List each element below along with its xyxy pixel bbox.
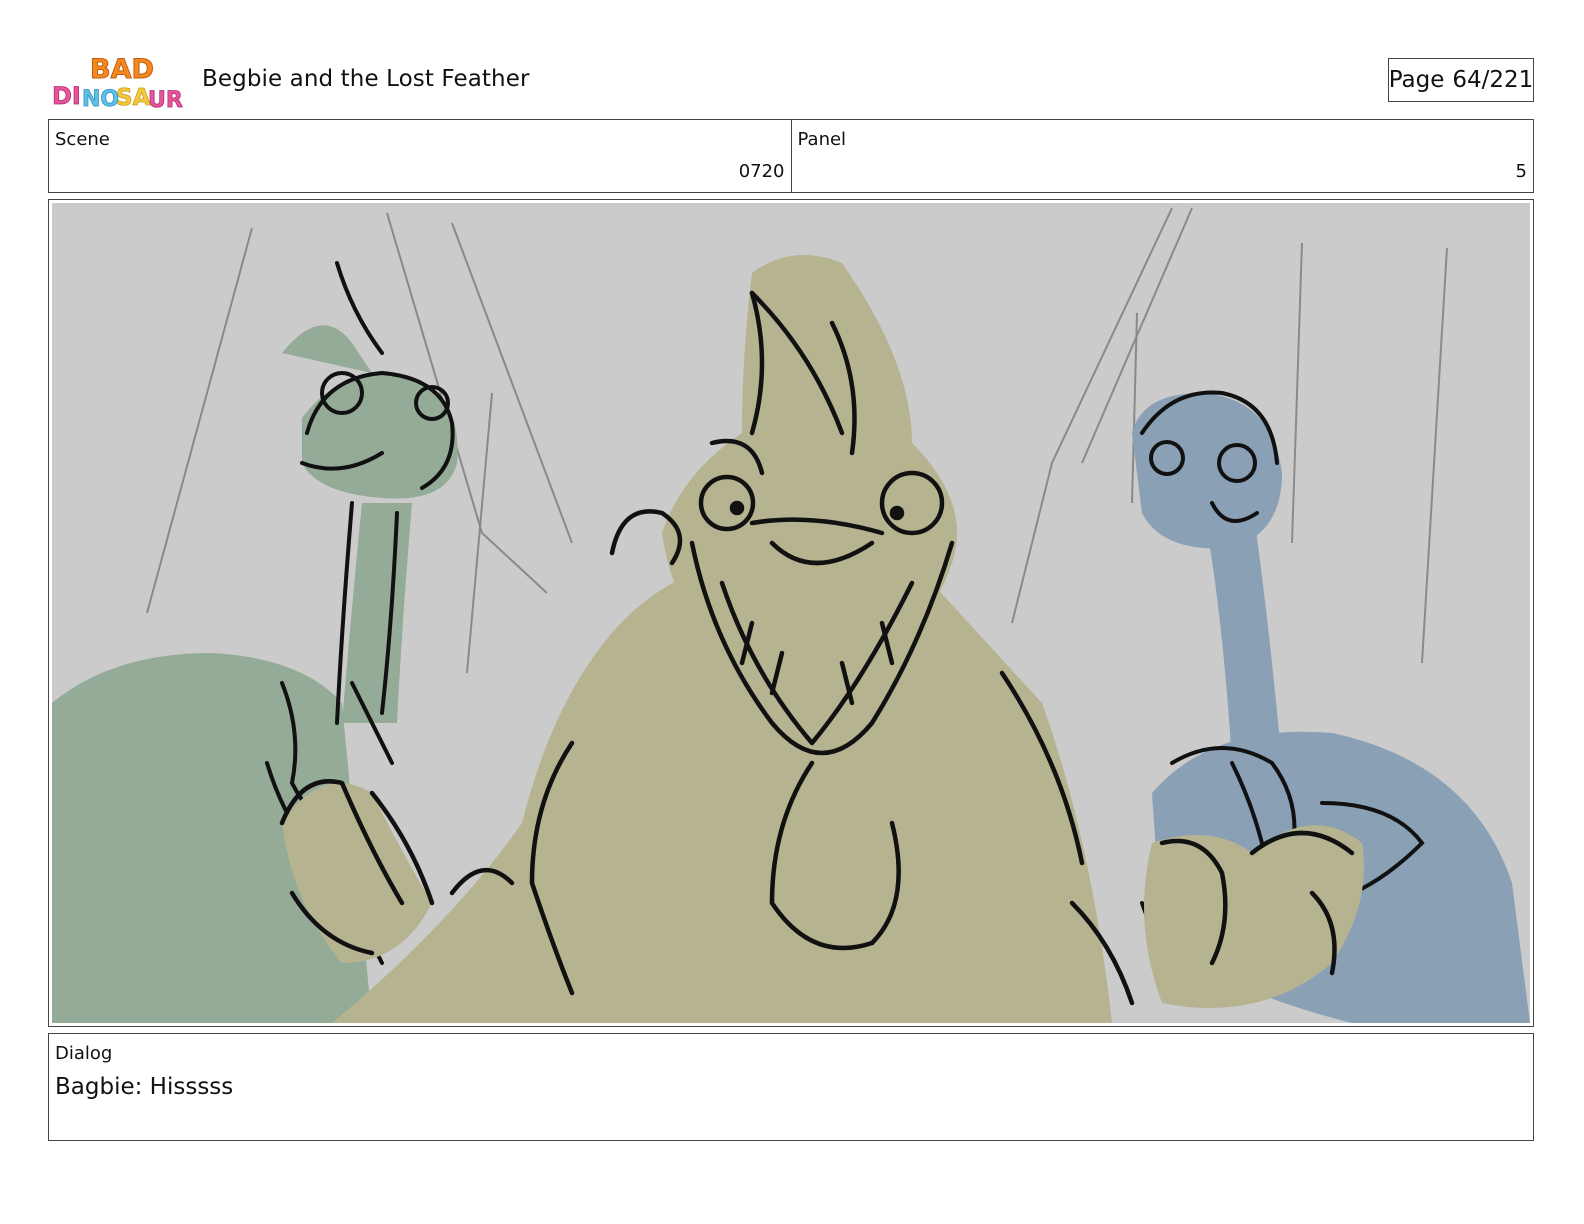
scene-cell: Scene 0720 <box>49 120 791 192</box>
dialog-label: Dialog <box>55 1043 113 1064</box>
dialog-box: Dialog Bagbie: Hisssss <box>48 1033 1534 1141</box>
page-number: 64/221 <box>1452 67 1534 93</box>
svg-text:URS: URS <box>148 88 184 112</box>
scene-label: Scene <box>55 129 110 150</box>
svg-text:DI: DI <box>52 82 81 110</box>
dialog-text: Bagbie: Hisssss <box>55 1074 234 1100</box>
storyboard-panel-frame <box>48 199 1534 1027</box>
page-label: Page <box>1388 67 1445 93</box>
scene-panel-row: Scene 0720 Panel 5 <box>48 119 1534 193</box>
panel-number: 5 <box>1515 161 1527 182</box>
svg-text:SA: SA <box>116 85 151 111</box>
svg-text:BAD: BAD <box>90 54 154 85</box>
page-indicator: Page 64/221 <box>1388 58 1534 102</box>
storyboard-drawing <box>52 203 1530 1023</box>
panel-cell: Panel 5 <box>790 120 1534 192</box>
bad-dinosaurs-logo: BAD DI NO SA URS <box>52 54 184 113</box>
svg-text:NO: NO <box>82 87 119 112</box>
scene-number: 0720 <box>738 161 785 182</box>
document-title: Begbie and the Lost Feather <box>202 66 530 92</box>
panel-label: Panel <box>797 129 847 150</box>
